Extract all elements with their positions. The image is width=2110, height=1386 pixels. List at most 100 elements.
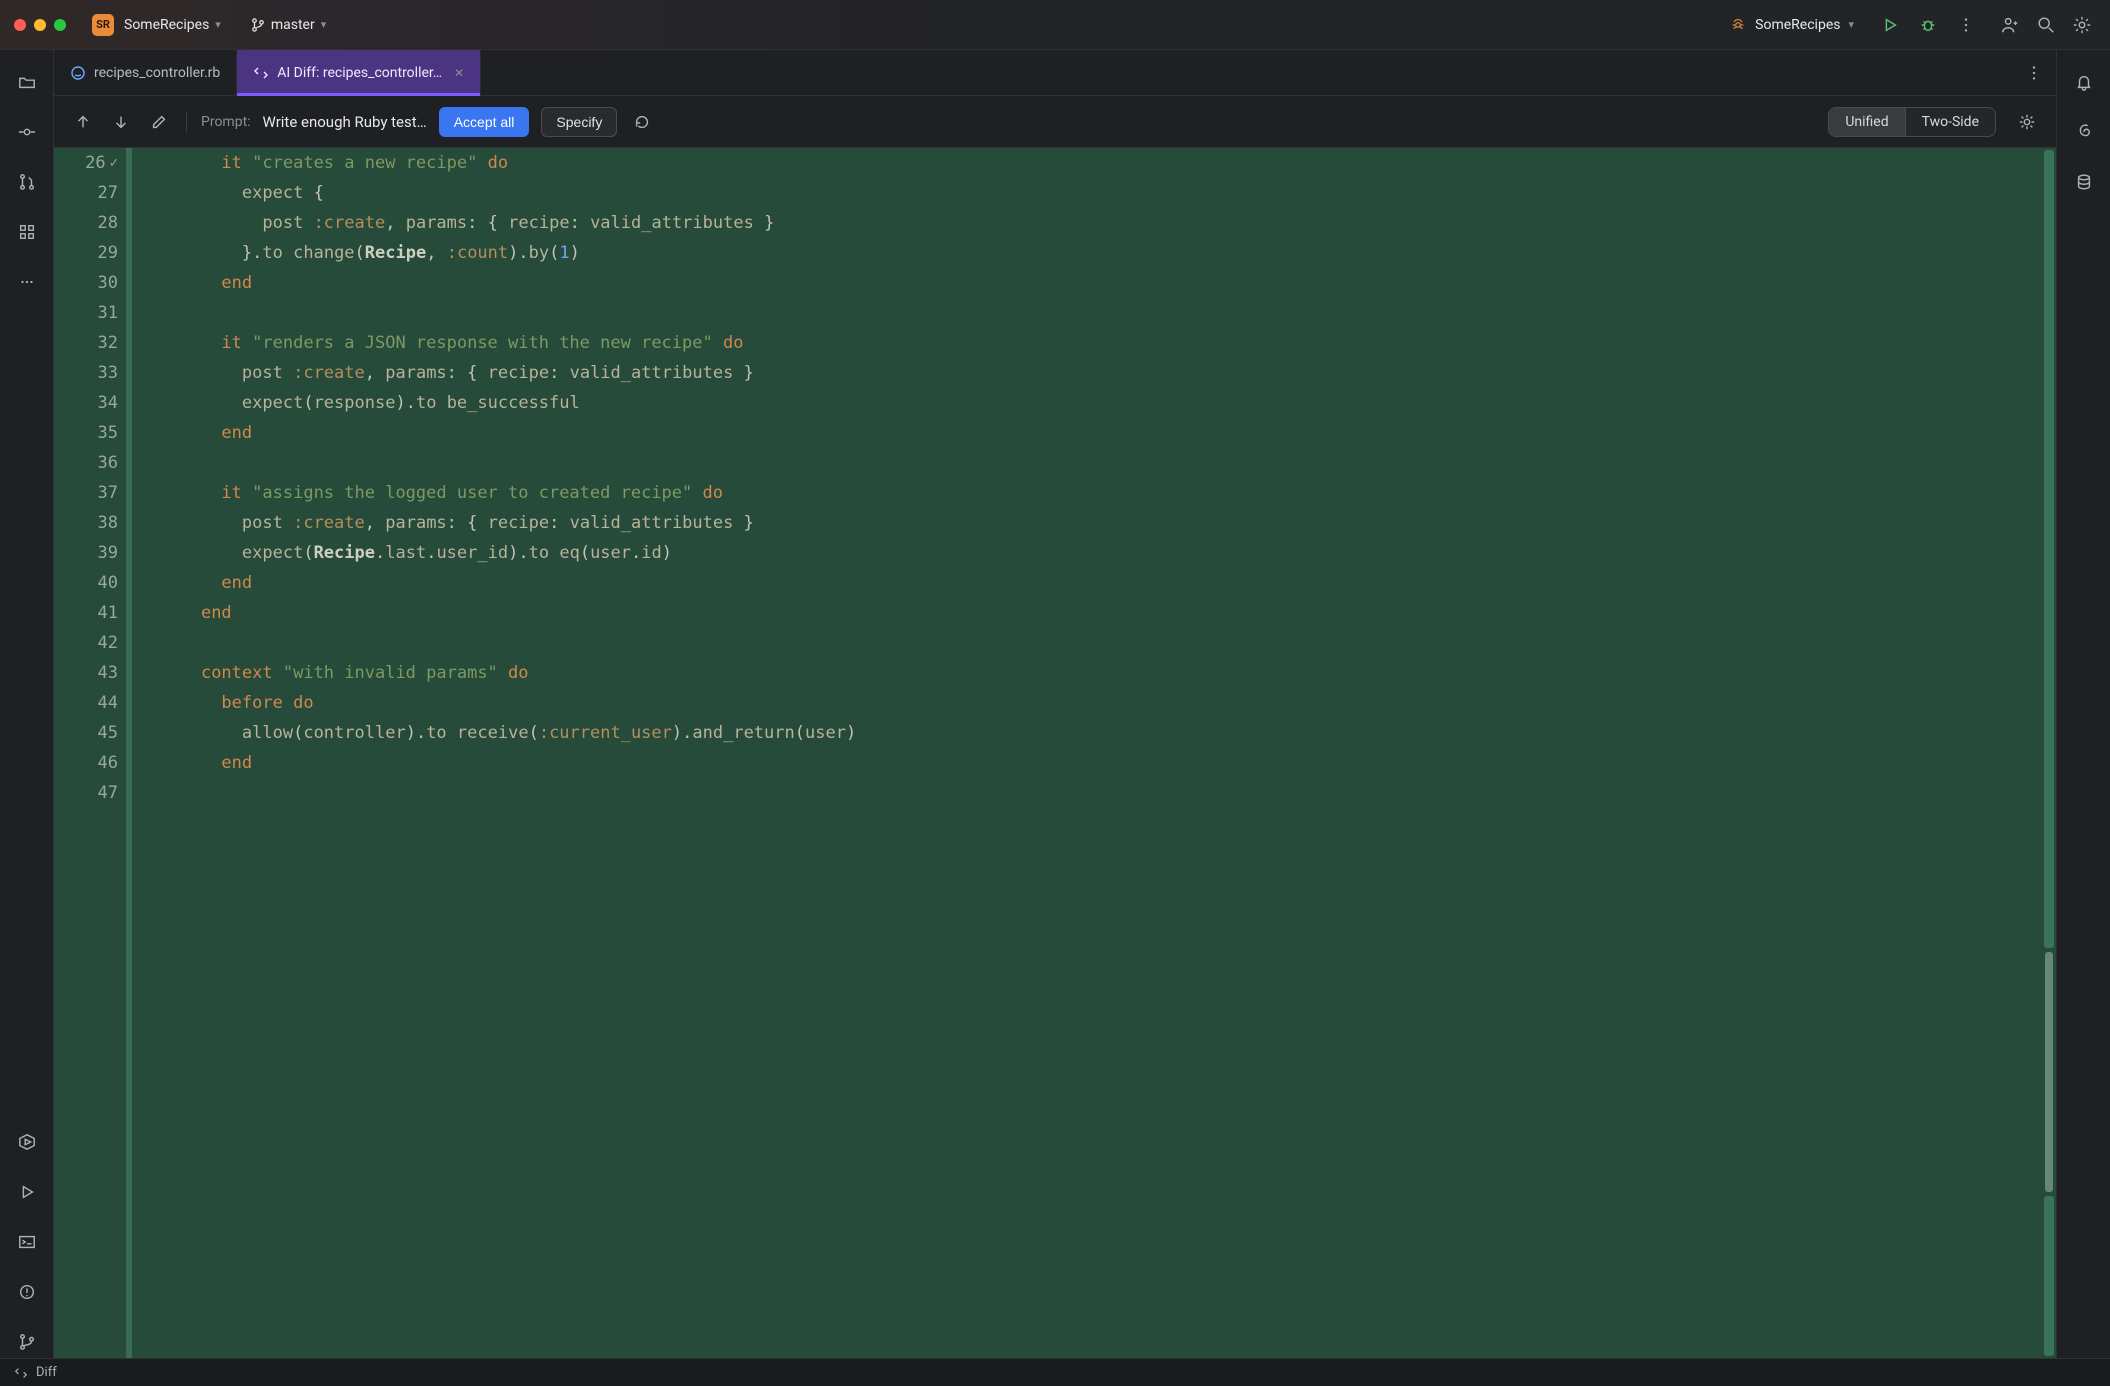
line-number: 31: [54, 298, 124, 328]
tab-options-button[interactable]: [2020, 59, 2048, 87]
code-line[interactable]: }.to change(Recipe, :count).by(1): [160, 238, 2042, 268]
project-selector[interactable]: SR SomeRecipes ▾: [86, 10, 227, 40]
more-tools-button[interactable]: [11, 266, 43, 298]
structure-tool-button[interactable]: [11, 216, 43, 248]
code-line[interactable]: post :create, params: { recipe: valid_at…: [160, 208, 2042, 238]
code-line[interactable]: it "assigns the logged user to created r…: [160, 478, 2042, 508]
diff-code-view[interactable]: 26✓2728293031323334353637383940414243444…: [54, 148, 2056, 1358]
terminal-icon: [18, 1233, 36, 1251]
code-line[interactable]: allow(controller).to receive(:current_us…: [160, 718, 2042, 748]
chevron-down-icon: ▾: [321, 18, 327, 31]
settings-button[interactable]: [2068, 11, 2096, 39]
line-number: 27: [54, 178, 124, 208]
run-button[interactable]: [1876, 11, 1904, 39]
code-line[interactable]: context "with invalid params" do: [160, 658, 2042, 688]
pull-request-icon: [18, 173, 36, 191]
code-line[interactable]: post :create, params: { recipe: valid_at…: [160, 358, 2042, 388]
run-config-selector[interactable]: SomeRecipes ▾: [1723, 12, 1860, 38]
editor-tabs: recipes_controller.rb AI Diff: recipes_c…: [54, 50, 2056, 96]
code-line[interactable]: post :create, params: { recipe: valid_at…: [160, 508, 2042, 538]
bell-icon: [2075, 73, 2093, 91]
diff-settings-button[interactable]: [2014, 109, 2040, 135]
vcs-tool-button[interactable]: [11, 1326, 43, 1358]
status-bar-label[interactable]: Diff: [36, 1365, 57, 1380]
code-line[interactable]: [160, 778, 2042, 808]
project-tool-button[interactable]: [11, 66, 43, 98]
problems-tool-button[interactable]: [11, 1276, 43, 1308]
pull-requests-tool-button[interactable]: [11, 166, 43, 198]
chevron-down-icon: ▾: [1848, 18, 1854, 31]
git-branch-selector[interactable]: master ▾: [245, 13, 332, 37]
line-number: 42: [54, 628, 124, 658]
code-with-me-button[interactable]: [1996, 11, 2024, 39]
zoom-window-icon[interactable]: [54, 19, 66, 31]
close-tab-icon[interactable]: ✕: [454, 66, 464, 80]
code-content[interactable]: it "creates a new recipe" do expect { po…: [134, 148, 2042, 1358]
view-unified-button[interactable]: Unified: [1829, 108, 1904, 136]
ai-assistant-tool-button[interactable]: [2068, 116, 2100, 148]
code-line[interactable]: expect(Recipe.last.user_id).to eq(user.i…: [160, 538, 2042, 568]
code-line[interactable]: [160, 448, 2042, 478]
run-tool-button[interactable]: [11, 1176, 43, 1208]
regenerate-button[interactable]: [629, 109, 655, 135]
code-line[interactable]: expect(response).to be_successful: [160, 388, 2042, 418]
diff-view-mode-toggle: Unified Two-Side: [1828, 107, 1996, 137]
edit-prompt-button[interactable]: [146, 109, 172, 135]
search-everywhere-button[interactable]: [2032, 11, 2060, 39]
overview-ruler[interactable]: [2042, 148, 2056, 1358]
commit-tool-button[interactable]: [11, 116, 43, 148]
database-tool-button[interactable]: [2068, 166, 2100, 198]
diff-added-marker: [126, 148, 132, 1358]
git-branch-icon: [18, 1333, 36, 1351]
status-bar: Diff: [0, 1358, 2110, 1386]
more-actions-button[interactable]: [1952, 11, 1980, 39]
prompt-label: Prompt:: [201, 114, 251, 130]
debug-button[interactable]: [1914, 11, 1942, 39]
refresh-icon: [633, 113, 651, 131]
editor-area: recipes_controller.rb AI Diff: recipes_c…: [54, 50, 2056, 1358]
chevron-down-icon: ▾: [215, 18, 221, 31]
line-number: 39: [54, 538, 124, 568]
commit-icon: [18, 123, 36, 141]
code-line[interactable]: end: [160, 598, 2042, 628]
line-number: 38: [54, 508, 124, 538]
git-branch-icon: [251, 18, 265, 32]
accept-all-button[interactable]: Accept all: [439, 107, 530, 137]
code-line[interactable]: end: [160, 568, 2042, 598]
ai-diff-toolbar: Prompt: Write enough Ruby test… Accept a…: [54, 96, 2056, 148]
spiral-icon: [2075, 123, 2093, 141]
window-controls: [14, 19, 66, 31]
line-number: 34: [54, 388, 124, 418]
code-line[interactable]: it "creates a new recipe" do: [160, 148, 2042, 178]
view-two-side-button[interactable]: Two-Side: [1905, 108, 1995, 136]
branch-name: master: [271, 17, 315, 33]
prev-change-button[interactable]: [70, 109, 96, 135]
diff-icon: [253, 65, 269, 81]
left-tool-sidebar: [0, 50, 54, 1358]
line-number: 37: [54, 478, 124, 508]
arrow-up-icon: [74, 113, 92, 131]
line-number: 43: [54, 658, 124, 688]
notifications-tool-button[interactable]: [2068, 66, 2100, 98]
terminal-tool-button[interactable]: [11, 1226, 43, 1258]
code-line[interactable]: before do: [160, 688, 2042, 718]
code-line[interactable]: [160, 298, 2042, 328]
specify-button[interactable]: Specify: [541, 107, 617, 137]
tab-file-recipes-controller[interactable]: recipes_controller.rb: [54, 50, 237, 95]
code-line[interactable]: [160, 628, 2042, 658]
services-tool-button[interactable]: [11, 1126, 43, 1158]
close-window-icon[interactable]: [14, 19, 26, 31]
tab-ai-diff[interactable]: AI Diff: recipes_controller… ✕: [237, 50, 481, 95]
code-line[interactable]: end: [160, 418, 2042, 448]
line-number: 29: [54, 238, 124, 268]
next-change-button[interactable]: [108, 109, 134, 135]
minimize-window-icon[interactable]: [34, 19, 46, 31]
code-line[interactable]: it "renders a JSON response with the new…: [160, 328, 2042, 358]
scrollbar-thumb[interactable]: [2045, 952, 2053, 1192]
code-line[interactable]: expect {: [160, 178, 2042, 208]
tab-label: AI Diff: recipes_controller…: [277, 65, 442, 81]
play-outline-icon: [18, 1183, 36, 1201]
code-line[interactable]: end: [160, 748, 2042, 778]
folder-icon: [18, 73, 36, 91]
code-line[interactable]: end: [160, 268, 2042, 298]
